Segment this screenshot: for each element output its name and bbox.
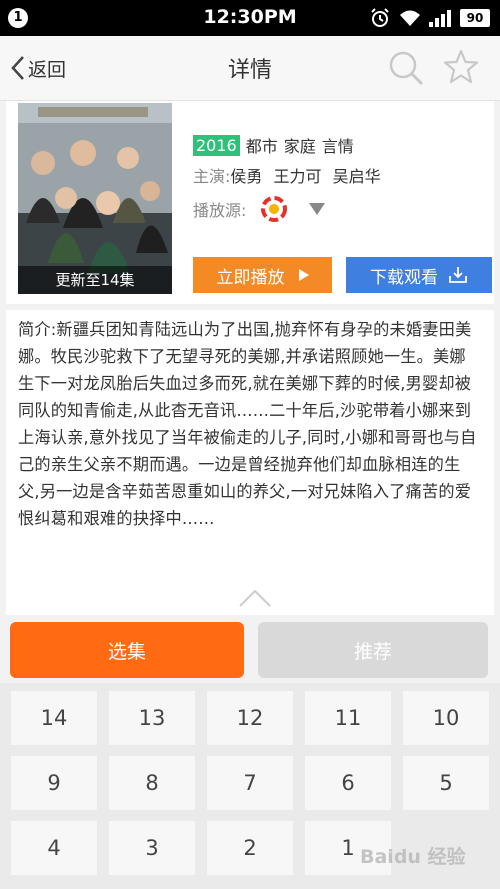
dropdown-icon[interactable] — [308, 202, 326, 216]
episode-button[interactable]: 11 — [305, 691, 391, 745]
download-button[interactable]: 下载观看 — [346, 257, 492, 293]
episode-button[interactable]: 14 — [11, 691, 97, 745]
play-now-button[interactable]: 立即播放 — [193, 257, 332, 293]
nav-bar: 返回 详情 — [0, 36, 500, 101]
wifi-icon — [400, 10, 420, 26]
watermark: Baidu 经验 — [360, 846, 466, 868]
chevron-up-icon[interactable] — [238, 588, 272, 608]
episode-button[interactable]: 3 — [109, 821, 195, 875]
episode-button[interactable]: 6 — [305, 756, 391, 810]
play-icon — [298, 269, 309, 281]
genre-line: 2016 都市 家庭 言情 — [193, 133, 360, 157]
episode-button[interactable]: 5 — [403, 756, 489, 810]
episode-update-label: 更新至14集 — [18, 266, 172, 294]
source-logo-icon[interactable] — [260, 195, 288, 223]
genre-tag: 家庭 — [283, 137, 316, 156]
download-icon — [449, 267, 467, 283]
alarm-icon — [371, 8, 389, 27]
detail-card: 更新至14集 2016 都市 家庭 言情 主演: 侯勇 王力可 吴启华 播放源:… — [6, 101, 494, 304]
episode-button[interactable]: 13 — [109, 691, 195, 745]
episode-button[interactable]: 7 — [207, 756, 293, 810]
episode-button[interactable]: 10 — [403, 691, 489, 745]
poster-image[interactable]: 更新至14集 — [18, 103, 172, 294]
star-icon[interactable] — [442, 48, 480, 86]
genre-tag: 言情 — [321, 137, 354, 156]
tab-episodes[interactable]: 选集 — [10, 622, 244, 678]
cast-member: 王力可 — [273, 167, 322, 186]
source-label: 播放源: — [193, 201, 247, 220]
episode-button[interactable]: 12 — [207, 691, 293, 745]
tab-recommend[interactable]: 推荐 — [258, 622, 488, 678]
source-line: 播放源: — [193, 195, 326, 223]
cast-label: 主演: — [193, 167, 231, 186]
battery-icon: 90 — [460, 9, 490, 27]
signal-icon — [429, 10, 451, 27]
synopsis-card: 简介:新疆兵团知青陆远山为了出国,抛弃怀有身孕的未婚妻田美娜。牧民沙驼救下了无望… — [6, 310, 494, 615]
play-now-label: 立即播放 — [216, 267, 285, 288]
cast-member: 吴启华 — [332, 167, 381, 186]
status-bar: 1 12:30PM 90 — [0, 0, 500, 36]
genre-tag: 都市 — [245, 137, 278, 156]
cast-member: 侯勇 — [230, 167, 263, 186]
cast-line: 主演: 侯勇 王力可 吴启华 — [193, 163, 387, 187]
episode-button[interactable]: 9 — [11, 756, 97, 810]
status-time: 12:30PM — [203, 6, 297, 28]
year-badge: 2016 — [193, 134, 240, 156]
episode-button[interactable]: 2 — [207, 821, 293, 875]
download-label: 下载观看 — [370, 267, 438, 288]
episode-button[interactable]: 4 — [11, 821, 97, 875]
search-icon[interactable] — [386, 48, 426, 88]
episode-button[interactable]: 8 — [109, 756, 195, 810]
synopsis-text: 简介:新疆兵团知青陆远山为了出国,抛弃怀有身孕的未婚妻田美娜。牧民沙驼救下了无望… — [18, 320, 477, 528]
